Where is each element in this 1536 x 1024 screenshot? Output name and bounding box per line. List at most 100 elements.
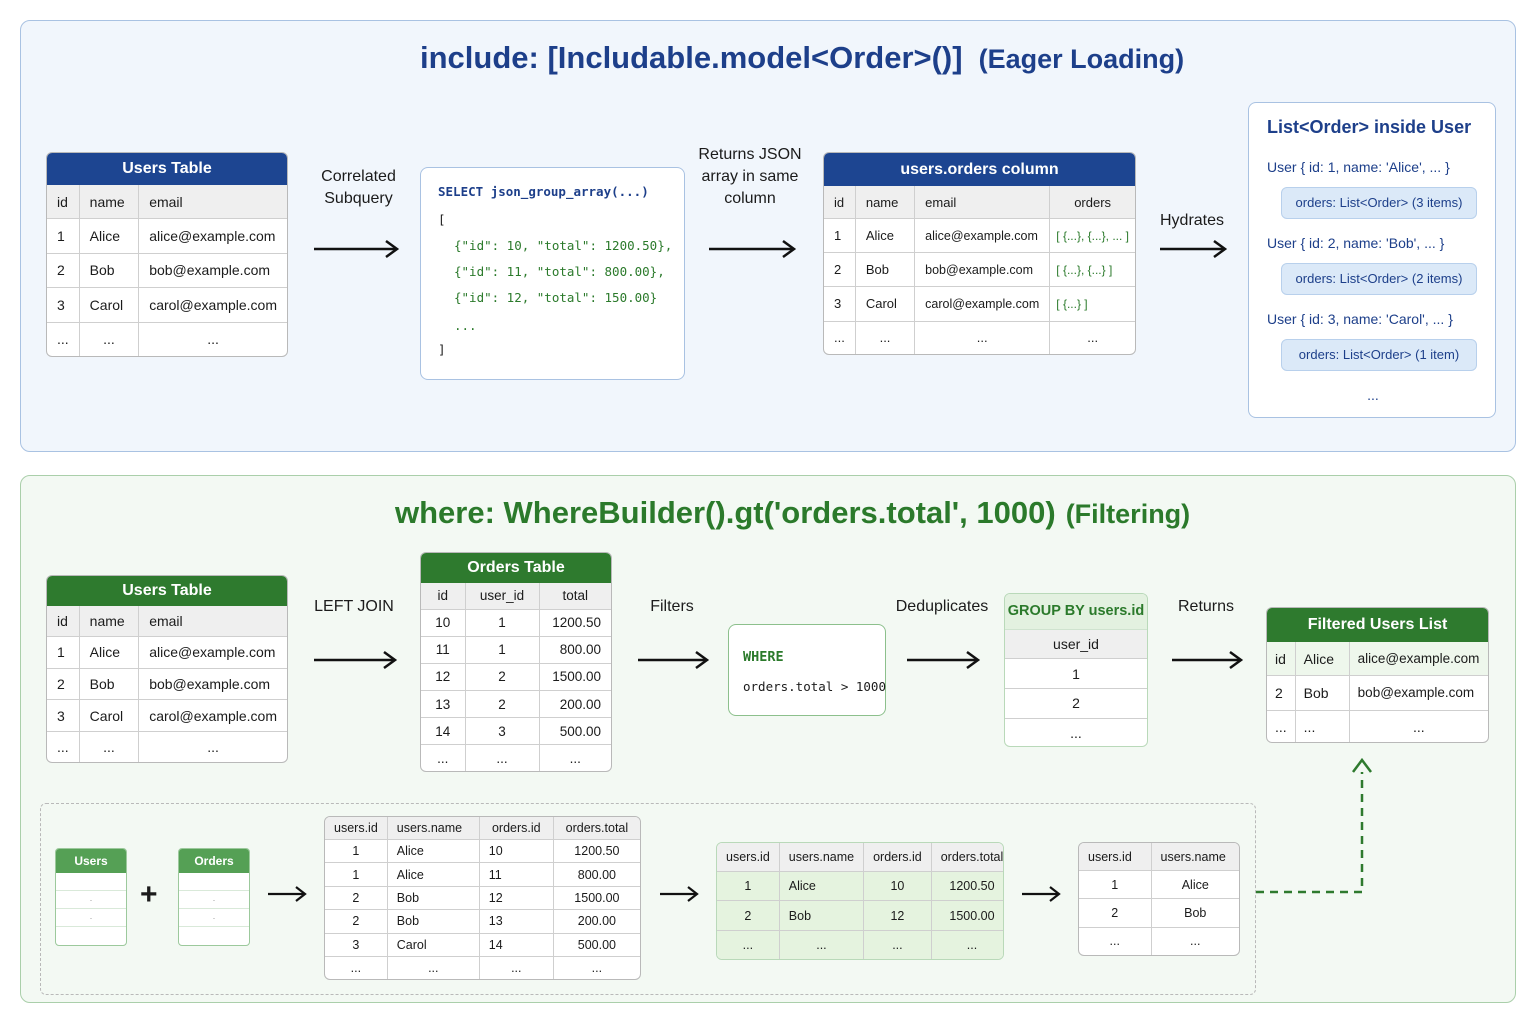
header-cell: orders.total: [552, 817, 640, 841]
arrow-icon: [1172, 650, 1244, 670]
arrow-icon: [1022, 886, 1061, 902]
returns-json-label: Returns JSON array in same column: [690, 144, 810, 210]
json-close-bracket: ]: [438, 342, 446, 357]
sql-keyword: SELECT: [438, 184, 484, 199]
cell: carol@example.com: [914, 286, 1051, 322]
cell: 800.00: [538, 635, 611, 664]
users-table-bottom: Users Table id name email 1 Alice alice@ex…: [46, 575, 288, 763]
table-row: 1 Alice 11 800.00: [325, 862, 640, 887]
eager-loading-subtitle: (Eager Loading): [978, 44, 1185, 74]
filtered-joined-grid: users.id users.name orders.id orders.tot…: [717, 843, 1003, 959]
label-line: array in same: [701, 168, 799, 185]
orders-table-title: Orders Table: [421, 553, 611, 583]
arrow-icon: [638, 650, 710, 670]
cell: Alice: [78, 636, 140, 669]
orders-table: Orders Table id user_id total 10 1 1200.50…: [420, 552, 612, 772]
returns-label: Returns: [1177, 598, 1235, 615]
correlated-subquery-label: Correlated Subquery: [306, 166, 411, 210]
cell: 1: [47, 636, 80, 669]
joined-table: users.id users.name orders.id orders.tot…: [324, 816, 641, 980]
group-by-title: GROUP BY users.id: [1005, 594, 1147, 630]
orders-pill: orders: List<Order> (2 items): [1281, 263, 1477, 295]
header-cell: id: [421, 583, 466, 610]
cell: ...: [854, 320, 916, 354]
header-cell: orders.id: [863, 843, 932, 872]
cell: bob@example.com: [914, 252, 1051, 288]
header-cell: id: [47, 185, 80, 220]
cell: ...: [464, 744, 540, 771]
json-select-line: SELECT json_group_array(...): [438, 184, 649, 199]
mini-users-table: Users · ·: [55, 848, 127, 946]
users-orders-column-table: users.orders column id name email orders…: [823, 152, 1136, 355]
cell: 1: [1079, 870, 1152, 900]
table-row: 2 Bob 13 200.00: [325, 909, 640, 934]
plus-sign: +: [140, 878, 158, 911]
header-cell: email: [914, 186, 1051, 220]
cell: bob@example.com: [1348, 675, 1488, 711]
table-row: 2: [1005, 687, 1147, 719]
header-cell: users.name: [778, 843, 865, 872]
cell: Bob: [854, 252, 916, 288]
arrow-icon: [907, 650, 981, 670]
cell: 200.00: [538, 690, 611, 719]
table-row: 2 Bob 12 1500.00: [325, 885, 640, 911]
cell: 200.00: [552, 909, 640, 934]
cell: ...: [325, 955, 388, 979]
table-row: 2 Bob bob@example.com: [1267, 675, 1488, 711]
json-item: {"id": 11, "total": 800.00},: [454, 264, 665, 279]
cell: 2: [1267, 675, 1296, 711]
result-grid: users.id users.name 1 Alice 2 Bob ......: [1079, 843, 1239, 955]
cell: ...: [824, 320, 856, 354]
filtering-title: where: WhereBuilder().gt('orders.total',…: [395, 495, 1190, 531]
dashed-return-arrow-icon: [1256, 757, 1372, 894]
cell: [ {...}, {...} ]: [1049, 252, 1135, 288]
cell: 3: [464, 717, 540, 746]
header-cell: orders.id: [478, 817, 554, 841]
users-table-bottom-title: Users Table: [47, 576, 287, 606]
cell: ...: [1049, 320, 1135, 354]
result-table: users.id users.name 1 Alice 2 Bob ......: [1078, 842, 1240, 956]
cell: carol@example.com: [138, 287, 287, 323]
users-orders-column-grid: id name email orders 1 Alice alice@example…: [824, 186, 1135, 354]
cell: ...: [1294, 709, 1350, 742]
cell: ...: [478, 955, 554, 979]
table-row: id Alice alice@example.com: [1267, 642, 1488, 677]
mini-row: ·: [56, 891, 126, 909]
header-cell: total: [538, 583, 611, 610]
cell: ...: [1267, 709, 1296, 742]
group-by-grid: user_id 1 2 ...: [1005, 630, 1147, 746]
cell: 10: [478, 839, 554, 864]
cell: carol@example.com: [138, 699, 287, 732]
table-row: 3 Carol carol@example.com: [47, 287, 287, 323]
cell: ...: [930, 929, 1003, 959]
mini-row: [56, 873, 126, 891]
cell: 3: [47, 287, 80, 323]
cell: 2: [325, 909, 388, 934]
cell: 14: [421, 717, 466, 746]
json-item: {"id": 10, "total": 1200.50},: [454, 238, 673, 253]
table-row: 2 Bob 12 1500.00: [717, 900, 1003, 931]
header-cell: orders.total: [930, 843, 1003, 872]
cell: 1200.50: [930, 870, 1003, 902]
cell: 12: [478, 885, 554, 911]
mini-row: ·: [56, 909, 126, 927]
user-entry: User { id: 2, name: 'Bob', ... }: [1267, 235, 1445, 251]
table-row: 2 Bob: [1079, 898, 1239, 928]
filtering-title-code: where: WhereBuilder().gt('orders.total',…: [395, 495, 1056, 530]
table-row: 11 1 800.00: [421, 635, 611, 664]
users-table-top: Users Table id name email 1 Alice alice@ex…: [46, 152, 288, 357]
cell: 12: [863, 900, 932, 931]
cell: 13: [478, 909, 554, 934]
label-line: Returns JSON: [698, 146, 802, 163]
header-cell: user_id: [464, 583, 540, 610]
arrow-icon: [314, 239, 400, 259]
header-cell: email: [138, 606, 287, 638]
cell: ...: [863, 929, 932, 959]
cell: 2: [325, 885, 388, 911]
list-order-box: List<Order> inside User User { id: 1, na…: [1248, 102, 1496, 418]
table-row: ...: [1005, 717, 1147, 746]
user-entry: User { id: 1, name: 'Alice', ... }: [1267, 159, 1450, 175]
cell: ...: [47, 321, 80, 356]
arrow-icon: [709, 239, 797, 259]
mini-users-title: Users: [56, 849, 126, 873]
